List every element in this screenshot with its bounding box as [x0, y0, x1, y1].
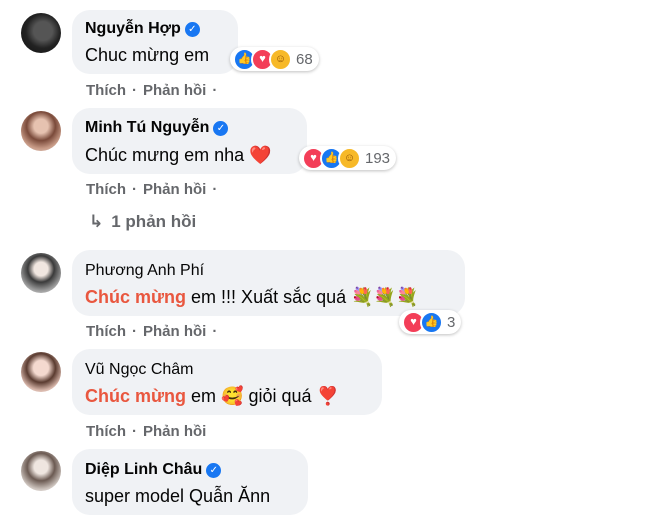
highlighted-phrase: Chúc mừng: [85, 287, 187, 307]
reaction-count: 68: [296, 50, 313, 68]
care-reaction-icon: ☺: [338, 146, 361, 170]
reply-arrow-icon: ↳: [89, 212, 104, 231]
separator-dot: ·: [132, 423, 137, 440]
comment-author-name[interactable]: Phương Anh Phí: [85, 262, 204, 279]
verified-badge-icon: ✓: [213, 121, 229, 136]
avatar[interactable]: [21, 253, 61, 293]
view-replies-link[interactable]: ↳ 1 phản hồi: [89, 212, 196, 232]
reaction-count: 193: [365, 149, 391, 167]
comment-text-body: Chúc mưng em nha: [85, 145, 245, 165]
heart-exclamation-emoji-icon: ❣️: [316, 386, 340, 406]
comment-text-body: em !!! Xuất sắc quá: [191, 287, 347, 307]
verified-badge-icon: ✓: [206, 463, 222, 478]
like-link[interactable]: Thích: [86, 181, 126, 198]
heart-emoji-icon: ❤️: [249, 145, 272, 165]
comment-author[interactable]: Diệp Linh Châu ✓: [85, 460, 222, 480]
highlighted-phrase: Chúc mừng: [85, 386, 187, 406]
separator-dot: ·: [132, 82, 137, 99]
avatar[interactable]: [21, 451, 61, 491]
reaction-count: 3: [447, 313, 456, 331]
reaction-summary[interactable]: ♥ 👍 ☺ 193: [299, 146, 397, 170]
comment-actions: Thích · Phản hồi: [86, 423, 212, 440]
comment-text-body: em: [191, 386, 217, 406]
comment-actions: Thích · Phản hồi ·: [86, 82, 223, 99]
like-reaction-icon: 👍: [420, 310, 443, 334]
separator-dot: ·: [132, 323, 137, 340]
comment-text: Chúc mừng em !!! Xuất sắc quá 💐💐💐: [85, 286, 418, 308]
comment-author[interactable]: Phương Anh Phí: [85, 261, 204, 281]
comment-text: super model Quẫn Ănn: [85, 486, 271, 506]
avatar[interactable]: [21, 111, 61, 151]
comment-text: Chúc mừng em 🥰 giỏi quá ❣️: [85, 385, 339, 407]
comment-author-name[interactable]: Minh Tú Nguyễn: [85, 119, 209, 136]
smiling-hearts-emoji-icon: 🥰: [221, 386, 244, 406]
comment-author-name[interactable]: Nguyễn Hợp: [85, 20, 181, 37]
reply-link[interactable]: Phản hồi: [143, 423, 206, 440]
avatar[interactable]: [21, 13, 61, 53]
comment-actions: Thích · Phản hồi ·: [86, 323, 223, 340]
avatar[interactable]: [21, 352, 61, 392]
bouquet-emoji-icon: 💐💐💐: [351, 287, 419, 307]
comment-author[interactable]: Minh Tú Nguyễn ✓: [85, 118, 229, 138]
care-reaction-icon: ☺: [269, 47, 292, 71]
comment-text: Chuc mừng em: [85, 45, 210, 65]
comment-author[interactable]: Vũ Ngọc Châm: [85, 360, 194, 380]
reply-link[interactable]: Phản hồi: [143, 82, 206, 99]
reply-link[interactable]: Phản hồi: [143, 323, 206, 340]
view-replies-label[interactable]: 1 phản hồi: [111, 212, 196, 231]
reply-link[interactable]: Phản hồi: [143, 181, 206, 198]
verified-badge-icon: ✓: [184, 22, 200, 37]
like-link[interactable]: Thích: [86, 323, 126, 340]
separator-dot: ·: [212, 323, 218, 340]
separator-dot: ·: [132, 181, 137, 198]
comment-text: Chúc mưng em nha ❤️: [85, 144, 272, 166]
separator-dot: ·: [212, 82, 218, 99]
comment-text-body-2: giỏi quá: [248, 386, 312, 406]
comment-author-name[interactable]: Vũ Ngọc Châm: [85, 361, 194, 378]
comment-author[interactable]: Nguyễn Hợp ✓: [85, 19, 200, 39]
comment-author-name[interactable]: Diệp Linh Châu: [85, 461, 202, 478]
separator-dot: ·: [212, 181, 218, 198]
like-link[interactable]: Thích: [86, 423, 126, 440]
like-link[interactable]: Thích: [86, 82, 126, 99]
comment-actions: Thích · Phản hồi ·: [86, 181, 223, 198]
reaction-summary[interactable]: 👍 ♥ ☺ 68: [230, 47, 319, 71]
reaction-summary[interactable]: ♥ 👍 3: [399, 310, 462, 334]
